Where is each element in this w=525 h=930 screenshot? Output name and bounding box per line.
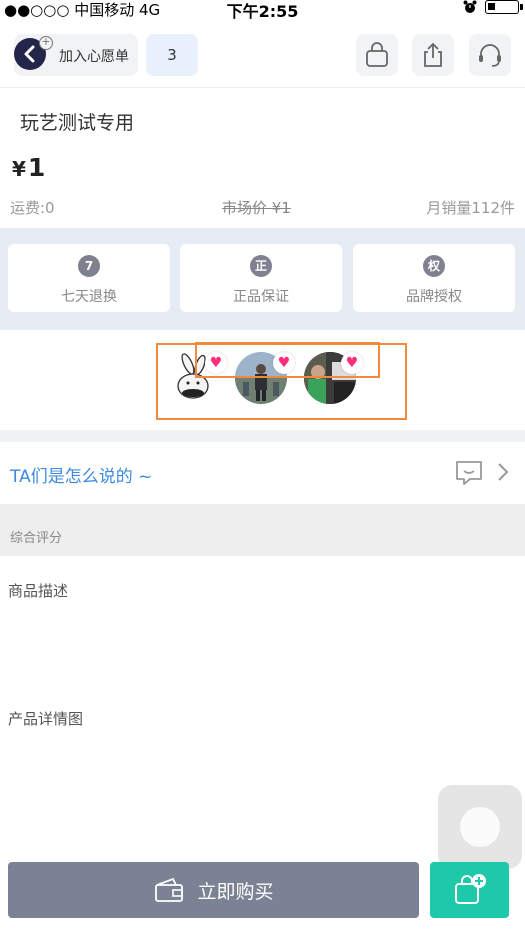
guarantee-seven-day-return[interactable]: 7 七天退换 [8, 244, 170, 312]
guarantee-label: 品牌授权 [406, 289, 462, 305]
alarm-icon [463, 0, 477, 13]
floating-button-dot [460, 807, 500, 847]
wishlist-count-badge[interactable]: 3 [146, 34, 198, 76]
section-divider [0, 430, 525, 442]
buy-now-content: 立即购买 [8, 862, 419, 918]
comments-entry[interactable]: TA们是怎么说的 ~ [0, 442, 525, 504]
customer-service-icon [479, 44, 501, 67]
license-icon: 权 [423, 255, 445, 277]
status-right [463, 0, 523, 14]
guarantee-authentic[interactable]: 正 正品保证 [180, 244, 342, 312]
status-time: 下午2:55 [226, 2, 299, 21]
top-nav-bar: + 加入心愿单 3 [0, 22, 525, 88]
buy-now-label: 立即购买 [197, 880, 274, 903]
guarantee-label: 正品保证 [233, 289, 289, 305]
guarantee-section: 7 七天退换 正 正品保证 权 品牌授权 [0, 228, 525, 330]
add-to-cart-button[interactable] [430, 862, 509, 918]
product-price: ¥1 [12, 153, 45, 182]
wishlist-label: 加入心愿单 [59, 49, 129, 65]
status-bar: ●●○○○ 中国移动 4G 下午2:55 [0, 0, 525, 21]
description-heading: 商品描述 [8, 582, 69, 600]
currency-symbol: ¥ [12, 157, 26, 181]
return-icon: 7 [78, 255, 100, 277]
rating-section: 综合评分 [0, 504, 525, 556]
market-price: 市场价 ¥1 [222, 199, 291, 217]
add-to-wishlist-button[interactable]: + 加入心愿单 [14, 34, 138, 76]
selection-box-inner [195, 342, 380, 378]
shipping-fee: 运费:0 [10, 199, 55, 217]
guarantee-brand-license[interactable]: 权 品牌授权 [353, 244, 515, 312]
product-meta-row: 运费:0 市场价 ¥1 月销量112件 [0, 197, 525, 219]
wallet-icon [155, 877, 184, 902]
chevron-right-icon [498, 463, 509, 481]
guarantee-label: 七天退换 [61, 289, 117, 305]
battery-level [488, 3, 495, 10]
battery-icon [485, 0, 523, 14]
customer-service-button[interactable] [469, 34, 511, 76]
comment-icon [456, 461, 482, 485]
comments-label: TA们是怎么说的 ~ [10, 467, 153, 487]
share-icon [424, 42, 442, 67]
chevron-left-icon [24, 45, 35, 63]
detail-images-heading: 产品详情图 [8, 710, 84, 728]
price-value: 1 [27, 153, 46, 182]
authentic-icon: 正 [250, 255, 272, 277]
product-title: 玩艺测试专用 [20, 112, 135, 134]
wishlist-plus-icon: + [39, 36, 53, 50]
add-to-cart-icon [455, 874, 486, 904]
share-button[interactable] [412, 34, 454, 76]
rating-label: 综合评分 [10, 531, 63, 546]
liked-by-row: ♥ ♥ ♥ [0, 330, 525, 430]
monthly-sales: 月销量112件 [426, 199, 515, 217]
buy-now-button[interactable]: 立即购买 [8, 862, 419, 918]
shopping-bag-icon [366, 42, 388, 67]
floating-assistive-button[interactable] [438, 785, 522, 869]
shopping-bag-button[interactable] [356, 34, 398, 76]
